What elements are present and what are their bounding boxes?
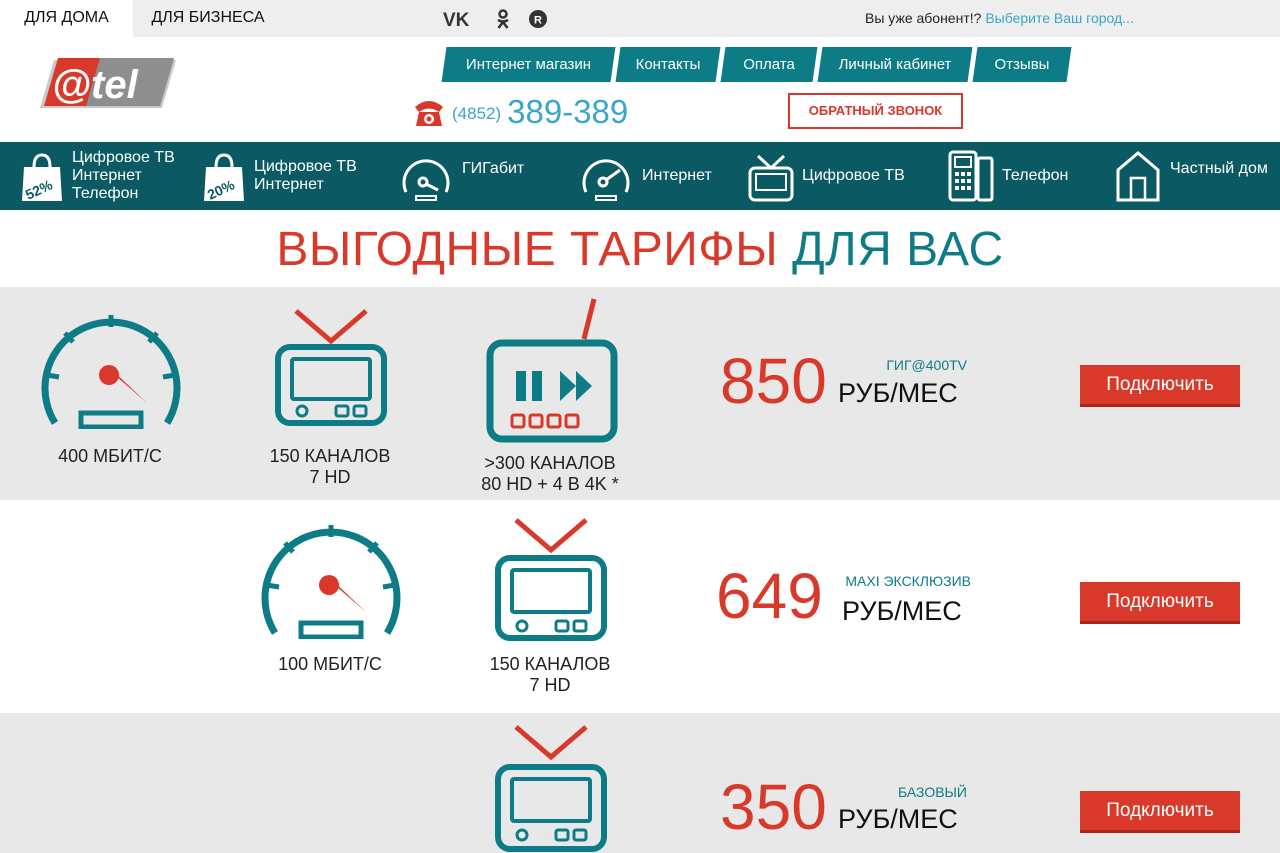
atel-logo[interactable]: @tel (40, 58, 176, 110)
tariff-row: 100 МБИТ/С 150 КАНАЛОВ 7 HD 649 MAXI ЭКС… (0, 500, 1280, 713)
phone-number: 389-389 (507, 93, 629, 130)
subscriber-text: Вы уже абонент!? (865, 10, 982, 26)
tariff-row: 350 БАЗОВЫЙ РУБ/МЕС Подключить (0, 713, 1280, 853)
category-label: Цифровое ТВ (802, 167, 905, 184)
nav-shop[interactable]: Интернет магазин (441, 47, 616, 82)
category-label: Частный дом (1170, 160, 1268, 177)
speedometer-icon (261, 525, 401, 639)
house-icon (1116, 151, 1160, 202)
tariff-unit: РУБ/МЕС (842, 596, 962, 626)
discount-bag-icon: 52% (22, 153, 62, 203)
speedometer-icon (41, 315, 181, 429)
category-phone[interactable]: Телефон (948, 142, 1068, 210)
headline-teal: ДЛЯ ВАС (792, 223, 1004, 276)
nav-payment[interactable]: Оплата (720, 47, 818, 82)
speed-caption: 400 МБИТ/С (58, 446, 162, 466)
tariff-row: 400 МБИТ/С 150 КАНАЛОВ 7 HD >300 КАНАЛОВ… (0, 287, 1280, 500)
category-label: Цифровое ТВ Интернет Телефон (72, 149, 175, 202)
phone-code: (4852) (452, 104, 502, 123)
svg-text:VK: VK (443, 10, 470, 28)
svg-text:R: R (534, 15, 542, 27)
category-digital-tv[interactable]: Цифровое ТВ (748, 142, 905, 210)
premium-tv-icon (486, 298, 618, 443)
vk-icon[interactable]: VK (443, 9, 481, 29)
category-label: Цифровое ТВ Интернет (254, 158, 357, 193)
channels-caption: 150 КАНАЛОВ 7 HD (489, 654, 611, 695)
category-label: Телефон (1002, 167, 1069, 184)
connect-button[interactable]: Подключить (1080, 365, 1240, 407)
discount-bag-icon: 20% (204, 153, 244, 203)
top-bar: ДЛЯ ДОМА ДЛЯ БИЗНЕСА VK R Вы уже абонент… (0, 0, 1280, 37)
nav-reviews[interactable]: Отзывы (972, 47, 1072, 82)
tv-icon (495, 518, 607, 641)
tariff-price: 850 (720, 345, 827, 417)
tab-home[interactable]: ДЛЯ ДОМА (0, 0, 133, 37)
phone-block[interactable]: (4852) 389-389 (412, 92, 628, 132)
rutube-icon[interactable]: R (527, 9, 549, 29)
category-label: ГИГабит (462, 160, 525, 177)
svg-text:@tel: @tel (52, 63, 139, 107)
telephone-icon (415, 101, 443, 126)
category-internet[interactable]: Интернет (578, 142, 712, 210)
tariff-price: 649 (716, 560, 823, 632)
category-private-house[interactable]: Частный дом (1116, 142, 1268, 210)
tv-icon (748, 154, 794, 202)
tariff-name: ГИГ@400TV (886, 357, 967, 373)
category-label: Интернет (642, 167, 712, 184)
connect-button[interactable]: Подключить (1080, 582, 1240, 624)
phone-device-icon (948, 150, 994, 202)
subscriber-info: Вы уже абонент!? Выберите Ваш город... (865, 0, 1134, 37)
tariff-name: MAXI ЭКСКЛЮЗИВ (845, 573, 971, 589)
connect-button[interactable]: Подключить (1080, 791, 1240, 833)
tab-business[interactable]: ДЛЯ БИЗНЕСА (133, 0, 283, 37)
speedometer-icon (402, 159, 450, 201)
speedometer-icon (582, 159, 630, 201)
category-bar: 52% Цифровое ТВ Интернет Телефон 20% Циф… (0, 142, 1280, 210)
category-gigabit[interactable]: ГИГабит (398, 142, 524, 210)
nav-account[interactable]: Личный кабинет (817, 47, 973, 82)
category-tv-internet[interactable]: 20% Цифровое ТВ Интернет (202, 142, 357, 210)
speed-caption: 100 МБИТ/С (278, 654, 382, 674)
premium-caption: >300 КАНАЛОВ 80 HD + 4 В 4K * (481, 453, 619, 494)
callback-button[interactable]: ОБРАТНЫЙ ЗВОНОК (788, 93, 963, 129)
headline-red: ВЫГОДНЫЕ ТАРИФЫ (276, 223, 779, 276)
category-tv-internet-phone[interactable]: 52% Цифровое ТВ Интернет Телефон (20, 142, 175, 210)
tv-icon (275, 309, 387, 426)
page-headline: ВЫГОДНЫЕ ТАРИФЫ ДЛЯ ВАС (0, 222, 1280, 277)
tariff-unit: РУБ/МЕС (838, 804, 958, 834)
nav-contacts[interactable]: Контакты (615, 47, 721, 82)
tv-icon (495, 725, 607, 852)
channels-caption: 150 КАНАЛОВ 7 HD (269, 446, 391, 487)
tariff-price: 350 (720, 771, 827, 843)
tariff-name: БАЗОВЫЙ (897, 784, 967, 800)
city-select-link[interactable]: Выберите Ваш город... (985, 10, 1134, 26)
tariff-unit: РУБ/МЕС (838, 378, 958, 408)
odnoklassniki-icon[interactable] (494, 9, 512, 29)
